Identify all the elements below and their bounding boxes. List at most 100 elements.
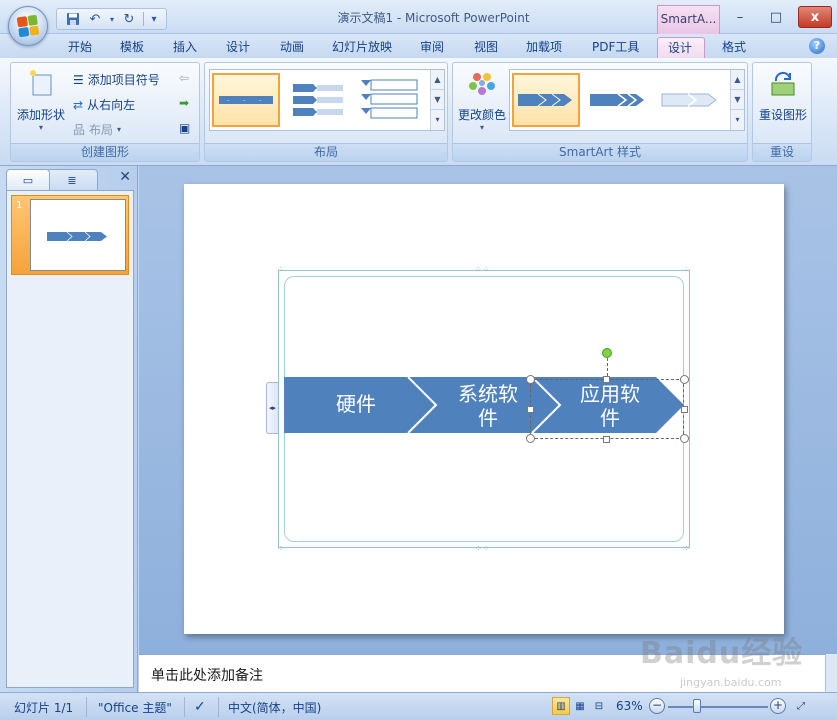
reset-graphic-button[interactable]: 重设图形 — [753, 69, 813, 123]
ribbon-tabs: 开始 模板 插入 设计 动画 幻灯片放映 审阅 视图 加载项 PDF工具 设计 … — [0, 34, 837, 58]
gallery-scroll-down-icon[interactable]: ▼ — [731, 90, 744, 110]
slideshow-view-icon[interactable]: ⊟ — [590, 697, 608, 715]
spell-check-icon[interactable]: ✓ — [194, 699, 206, 715]
resize-handle-top-left[interactable] — [526, 375, 535, 384]
watermark-logo: Baidu经验 — [640, 636, 804, 671]
notes-placeholder[interactable]: 单击此处添加备注 — [151, 665, 263, 685]
save-icon[interactable] — [63, 10, 83, 28]
resize-handle-top-right[interactable] — [680, 375, 689, 384]
theme-name: "Office 主题" — [98, 701, 172, 715]
layout-option-basic-chevron[interactable]: – – – — [212, 73, 280, 127]
undo-dropdown-icon[interactable]: ▾ — [107, 10, 117, 28]
rotation-handle[interactable] — [602, 348, 612, 358]
slide-canvas[interactable]: ⁘ ⁘⁘ ⁘ ⁘ ⁘⁘ ⁘ ◂▸ 硬件 系统软 件 应用软 件 — [184, 184, 784, 634]
group-label: 创建图形 — [11, 143, 199, 161]
slide-thumbnail-preview — [30, 199, 126, 271]
fit-to-window-icon[interactable]: ⤢ — [792, 697, 810, 715]
gallery-more-icon[interactable]: ▾ — [731, 110, 744, 130]
group-label: 布局 — [205, 143, 447, 161]
color-palette-icon — [455, 69, 509, 102]
zoom-slider-track[interactable] — [668, 706, 768, 708]
office-logo-icon — [16, 14, 40, 38]
layout-button[interactable]: 品 布局 ▾ — [73, 121, 121, 138]
tab-outline[interactable]: ≣ — [46, 169, 98, 190]
close-button[interactable]: x — [798, 6, 832, 28]
tab-template[interactable]: 模板 — [110, 37, 154, 58]
style-option-subtle[interactable] — [656, 73, 724, 127]
tab-review[interactable]: 审阅 — [410, 37, 454, 58]
maximize-button[interactable]: □ — [762, 6, 790, 28]
tab-view[interactable]: 视图 — [464, 37, 508, 58]
tab-addins[interactable]: 加载项 — [516, 37, 572, 58]
help-icon[interactable]: ? — [809, 38, 825, 54]
resize-handle-left[interactable] — [527, 406, 534, 413]
undo-icon[interactable]: ↶ — [85, 10, 105, 28]
resize-handle-top[interactable] — [603, 376, 610, 383]
gallery-more-icon[interactable]: ▾ — [431, 110, 444, 130]
language-indicator: 中文(简体，中国) — [228, 701, 322, 715]
slide-thumbnail-list: 1 — [6, 190, 134, 688]
slide-number: 1 — [16, 200, 23, 211]
tab-insert[interactable]: 插入 — [163, 37, 207, 58]
group-label: 重设 — [753, 143, 811, 161]
layout-option-vertical-chevron[interactable] — [284, 73, 352, 127]
outline-icon: ≣ — [67, 173, 77, 187]
style-option-simple-fill[interactable] — [512, 73, 580, 127]
slides-panel: ▭ ≣ ✕ 1 — [0, 166, 138, 692]
shape-selection-box — [530, 379, 684, 439]
chevron-down-icon: ▾ — [38, 123, 43, 132]
change-colors-button[interactable]: 更改颜色 ▾ — [455, 69, 509, 132]
notes-scrollbar[interactable] — [825, 654, 837, 692]
resize-handle-bottom-right[interactable] — [680, 434, 689, 443]
title-bar: ↶ ▾ ↻ ▾ 演示文稿1 - Microsoft PowerPoint Sma… — [0, 0, 837, 34]
shape-label-hardware[interactable]: 硬件 — [304, 392, 408, 416]
promote-icon[interactable]: ⇦ — [179, 71, 189, 85]
resize-handle-right[interactable] — [681, 406, 688, 413]
demote-icon[interactable]: ➡ — [179, 96, 189, 110]
group-label: SmartArt 样式 — [453, 143, 747, 161]
tab-design[interactable]: 设计 — [216, 37, 260, 58]
zoom-slider-thumb[interactable] — [693, 699, 701, 713]
tab-animation[interactable]: 动画 — [270, 37, 314, 58]
tab-home[interactable]: 开始 — [58, 37, 102, 58]
normal-view-icon[interactable]: ▥ — [552, 697, 570, 715]
gallery-scroll-up-icon[interactable]: ▲ — [731, 70, 744, 90]
group-smartart-styles: 更改颜色 ▾ ▲ ▼ ▾ SmartArt 样式 — [452, 62, 748, 162]
tab-slideshow[interactable]: 幻灯片放映 — [322, 37, 402, 58]
add-bullet-button[interactable]: ☰ 添加项目符号 — [73, 71, 160, 88]
reset-graphic-icon — [753, 69, 813, 102]
zoom-in-icon[interactable]: + — [770, 698, 786, 714]
minimize-button[interactable]: – — [726, 6, 754, 28]
ribbon: 添加形状 ▾ ☰ 添加项目符号 ⇄ 从右向左 品 布局 ▾ ⇦ ➡ ▣ 创建图形… — [0, 58, 837, 166]
slide-counter: 幻灯片 1/1 — [14, 701, 74, 715]
zoom-out-icon[interactable]: − — [649, 698, 665, 714]
text-pane-icon[interactable]: ▣ — [179, 121, 190, 135]
resize-handle-bottom[interactable] — [603, 436, 610, 443]
shape-label-system-software[interactable]: 系统软 件 — [442, 382, 534, 430]
layout-gallery: – – – ▲ ▼ ▾ — [209, 69, 445, 131]
chevron-down-icon: ▾ — [479, 123, 484, 132]
org-chart-icon: 品 — [73, 123, 86, 137]
gallery-scroll-down-icon[interactable]: ▼ — [431, 90, 444, 110]
slide-sorter-view-icon[interactable]: ▦ — [571, 697, 589, 715]
gallery-scroll-up-icon[interactable]: ▲ — [431, 70, 444, 90]
tab-pdf-tools[interactable]: PDF工具 — [582, 37, 649, 58]
right-to-left-button[interactable]: ⇄ 从右向左 — [73, 96, 135, 113]
redo-icon[interactable]: ↻ — [119, 10, 139, 28]
layout-option-chevron-list[interactable] — [356, 73, 424, 127]
text-pane-toggle[interactable]: ◂▸ — [266, 382, 278, 434]
zoom-level[interactable]: 63% — [616, 699, 643, 713]
customize-qat-button[interactable]: ▾ — [148, 10, 160, 28]
style-option-white-outline[interactable] — [584, 73, 652, 127]
tab-slides-thumbnails[interactable]: ▭ — [6, 169, 50, 190]
close-icon[interactable]: ✕ — [119, 169, 131, 185]
tab-smartart-design[interactable]: 设计 — [657, 37, 705, 58]
slide-thumbnail[interactable]: 1 — [11, 195, 129, 275]
tab-format[interactable]: 格式 — [712, 37, 756, 58]
resize-handle-bottom-left[interactable] — [526, 434, 535, 443]
swap-arrows-icon: ⇄ — [73, 97, 84, 112]
add-shape-button[interactable]: 添加形状 ▾ — [15, 69, 67, 132]
office-button[interactable] — [8, 6, 48, 46]
status-bar: 幻灯片 1/1 "Office 主题" ✓ 中文(简体，中国) ▥ ▦ ⊟ 63… — [0, 692, 837, 720]
group-create-graphic: 添加形状 ▾ ☰ 添加项目符号 ⇄ 从右向左 品 布局 ▾ ⇦ ➡ ▣ 创建图形 — [10, 62, 200, 162]
